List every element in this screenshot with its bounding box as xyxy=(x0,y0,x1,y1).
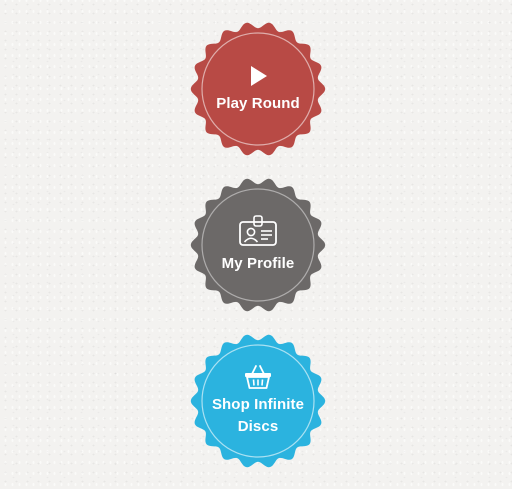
shop-infinite-discs-label: Shop Infinite Discs xyxy=(211,396,305,435)
my-profile-label: My Profile xyxy=(221,255,295,272)
play-round-button[interactable]: Play Round xyxy=(188,19,328,159)
shop-infinite-discs-button[interactable]: Shop Infinite Discs xyxy=(188,331,328,471)
my-profile-button[interactable]: My Profile xyxy=(188,175,328,315)
play-icon xyxy=(251,66,267,86)
play-round-label: Play Round xyxy=(216,95,300,112)
shopping-basket-icon xyxy=(245,365,271,389)
id-card-icon xyxy=(239,215,277,246)
